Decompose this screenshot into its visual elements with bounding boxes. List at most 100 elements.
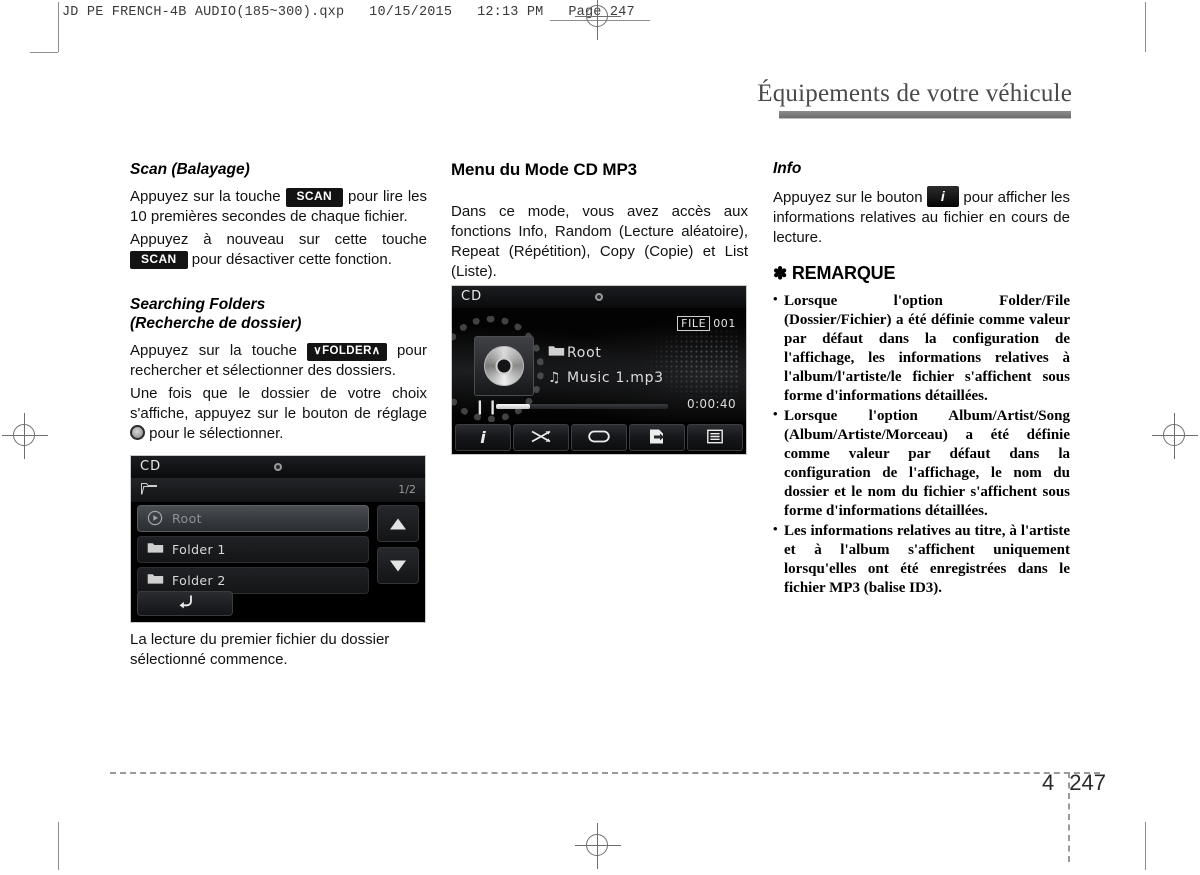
column-right: Info Appuyez sur le bouton i pour affich… bbox=[773, 159, 1070, 599]
track-info: Root ♫ Music 1.mp3 bbox=[548, 344, 664, 395]
file-badge-number: 001 bbox=[713, 317, 736, 330]
registration-mark-right bbox=[1152, 413, 1198, 459]
list-item-folder-2[interactable]: Folder 2 bbox=[137, 567, 369, 594]
scan-p1-before: Appuyez sur la touche bbox=[130, 187, 281, 205]
screenshot-cd-player: CD FILE 001 Root ♫ Music 1.mp3 ❙❙ 0:00:4… bbox=[451, 285, 747, 455]
prepress-rule-right-vertical bbox=[1145, 2, 1146, 52]
play-circle-icon bbox=[147, 510, 163, 530]
file-number-badge: FILE 001 bbox=[677, 316, 736, 331]
scan-key-pill-2: SCAN bbox=[130, 250, 188, 270]
cd-mp3-menu-heading: Menu du Mode CD MP3 bbox=[451, 160, 638, 179]
scan-key-pill-1: SCAN bbox=[285, 187, 344, 207]
cd-player-body: FILE 001 Root ♫ Music 1.mp3 ❙❙ 0:00:40 bbox=[452, 308, 746, 422]
back-button[interactable] bbox=[137, 591, 233, 616]
info-paragraph: Appuyez sur le bouton i pour afficher le… bbox=[773, 185, 1070, 248]
folder-name: Root bbox=[567, 345, 602, 361]
file-badge-label: FILE bbox=[677, 316, 711, 331]
repeat-icon bbox=[588, 430, 610, 446]
remarque-list: Lorsque l'option Folder/File (Dossier/Fi… bbox=[773, 291, 1070, 599]
prepress-header-text: JD PE FRENCH-4B AUDIO(185~300).qxp 10/15… bbox=[62, 5, 635, 20]
scan-heading: Scan (Balayage) bbox=[130, 161, 250, 178]
list-item-root[interactable]: Root bbox=[137, 505, 369, 532]
music-note-icon: ♫ bbox=[548, 370, 562, 386]
folder-list-caption: La lecture du premier fichier du dossier… bbox=[130, 631, 390, 668]
info-icon: i bbox=[480, 427, 486, 447]
track-name: Music 1.mp3 bbox=[567, 370, 664, 386]
cd-disc-icon bbox=[484, 346, 524, 386]
progress-bar[interactable] bbox=[496, 404, 668, 409]
page-title: Équipements de votre véhicule bbox=[757, 80, 1072, 107]
running-head-rule-thin bbox=[779, 118, 1071, 119]
scan-paragraph-1: Appuyez sur la touche SCAN pour lire les… bbox=[130, 187, 427, 227]
track-file-line: ♫ Music 1.mp3 bbox=[548, 370, 664, 386]
prepress-rule-bottom-right-vertical bbox=[1145, 822, 1146, 870]
list-item-label: Folder 1 bbox=[172, 542, 226, 557]
info-key-pill: i bbox=[926, 185, 960, 207]
page-indicator: 1/2 bbox=[398, 483, 416, 496]
searching-folders-heading-line1: Searching Folders bbox=[130, 295, 266, 313]
info-button[interactable]: i bbox=[455, 424, 511, 451]
scan-p2-before: Appuyez à nouveau sur cette touche bbox=[130, 230, 427, 248]
remarque-item: Les informations relatives au titre, à l… bbox=[773, 521, 1070, 598]
album-art-tile bbox=[474, 336, 534, 396]
cd-player-button-bar: i bbox=[452, 422, 746, 454]
prepress-rule-left-vertical bbox=[58, 2, 59, 52]
sf-p1-before: Appuyez sur la touche bbox=[130, 342, 297, 360]
folder-list-title: CD bbox=[140, 459, 162, 474]
info-p-before: Appuyez sur le bouton bbox=[773, 188, 923, 206]
random-button[interactable] bbox=[513, 424, 569, 451]
list-icon bbox=[707, 429, 723, 446]
folder-list-rows: Root Folder 1 Folder 2 bbox=[137, 505, 369, 598]
scroll-up-arrow-icon[interactable] bbox=[377, 505, 419, 542]
sf-p2-before: Une fois que le dossier de votre choix s… bbox=[130, 385, 427, 423]
folder-key-pill: ∨FOLDER∧ bbox=[307, 343, 387, 362]
scroll-down-arrow-icon[interactable] bbox=[377, 547, 419, 584]
folder-icon bbox=[147, 541, 164, 558]
registration-mark-top bbox=[575, 0, 621, 40]
folder-icon bbox=[147, 572, 164, 589]
running-head-rule bbox=[779, 111, 1071, 118]
searching-folders-paragraph-1: Appuyez sur la touche ∨FOLDER∧ pour rech… bbox=[130, 341, 427, 381]
folder-list-caption-wrap: La lecture du premier fichier du dossier… bbox=[130, 630, 427, 673]
back-arrow-icon bbox=[175, 594, 195, 613]
column-middle: Menu du Mode CD MP3 Dans ce mode, vous a… bbox=[451, 160, 748, 285]
prepress-rule-left-horizontal bbox=[30, 52, 58, 53]
shuffle-icon bbox=[531, 429, 551, 446]
copy-icon bbox=[648, 428, 666, 447]
registration-mark-left bbox=[2, 413, 48, 459]
repeat-button[interactable] bbox=[571, 424, 627, 451]
disc-indicator-icon bbox=[274, 463, 282, 471]
list-item-label: Folder 2 bbox=[172, 573, 226, 588]
cd-player-title: CD bbox=[461, 289, 483, 304]
prepress-rule-bottom-left-vertical bbox=[58, 822, 59, 870]
folder-list-titlebar: CD bbox=[131, 456, 425, 478]
column-left: Scan (Balayage) Appuyez sur la touche SC… bbox=[130, 160, 427, 447]
folder-icon bbox=[548, 344, 567, 361]
remarque-title-text: REMARQUE bbox=[791, 262, 896, 283]
folio-chapter: 4 bbox=[1042, 770, 1055, 795]
folio-page: 247 bbox=[1069, 770, 1106, 795]
remarque-item: Lorsque l'option Album/Artist/Song (Albu… bbox=[773, 406, 1070, 521]
disc-indicator-icon bbox=[595, 293, 603, 301]
cd-mp3-menu-paragraph: Dans ce mode, vous avez accès aux foncti… bbox=[451, 203, 748, 280]
open-folder-icon bbox=[141, 482, 158, 499]
searching-folders-paragraph-2: Une fois que le dossier de votre choix s… bbox=[130, 384, 427, 444]
folder-list-path-bar: 1/2 bbox=[131, 478, 425, 503]
list-button[interactable] bbox=[687, 424, 743, 451]
registration-mark-bottom bbox=[575, 823, 621, 869]
list-item-label: Root bbox=[172, 511, 202, 526]
footer-dashed-rule bbox=[110, 772, 1100, 774]
transport-row: ❙❙ 0:00:40 bbox=[452, 397, 746, 415]
remarque-heading: ✽ REMARQUE bbox=[773, 263, 1070, 284]
copy-button[interactable] bbox=[629, 424, 685, 451]
asterisk-icon: ✽ bbox=[773, 263, 788, 283]
cd-player-titlebar: CD bbox=[452, 286, 746, 308]
setting-knob-icon bbox=[130, 425, 145, 441]
list-item-folder-1[interactable]: Folder 1 bbox=[137, 536, 369, 563]
screenshot-folder-list: CD 1/2 Root Folder 1 Folder 2 bbox=[130, 455, 426, 623]
track-folder-line: Root bbox=[548, 344, 664, 361]
folder-list-scroll-controls bbox=[377, 505, 419, 589]
scan-paragraph-2: Appuyez à nouveau sur cette touche SCAN … bbox=[130, 230, 427, 270]
elapsed-time: 0:00:40 bbox=[686, 397, 736, 411]
searching-folders-heading-line2: (Recherche de dossier) bbox=[130, 315, 302, 333]
